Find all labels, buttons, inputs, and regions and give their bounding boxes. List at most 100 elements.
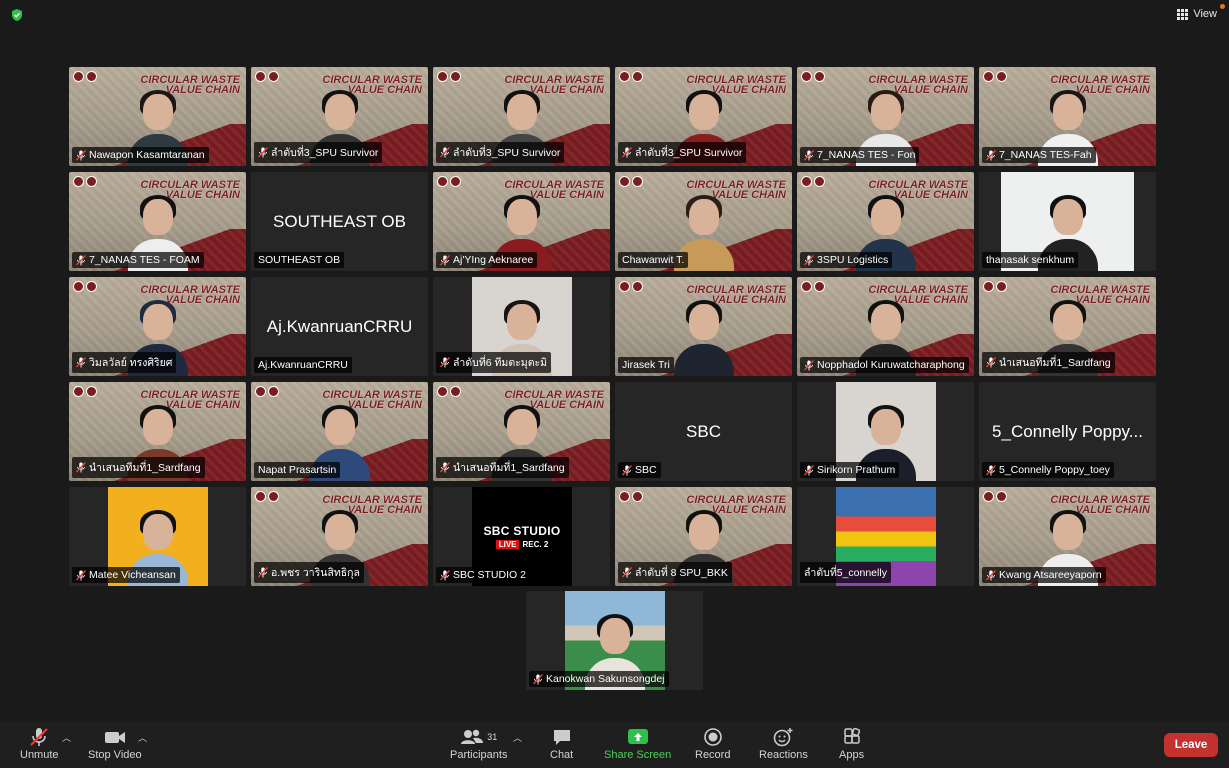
participant-name: อ.พชร วารินสิทธิกุล xyxy=(271,567,360,579)
participant-tile[interactable]: ลำดับที่6 ทีมตะมุตะมิ xyxy=(433,277,610,376)
participant-name: Kanokwan Sakunsongdej xyxy=(546,673,665,685)
participant-name-tag: Chawanwit T. xyxy=(618,252,689,268)
muted-mic-icon xyxy=(76,462,86,473)
participant-name-tag: Nawapon Kasamtaranan xyxy=(72,147,209,163)
participant-tile[interactable]: CIRCULAR WASTE VALUE CHAIN 3SPU Logistics xyxy=(797,172,974,271)
participant-tile[interactable]: CIRCULAR WASTE VALUE CHAIN Aj'YIng Aeknare… xyxy=(433,172,610,271)
notification-dot xyxy=(1220,4,1225,9)
logo-icons xyxy=(983,71,1007,82)
participant-name-tag: ลำดับที่3_SPU Survivor xyxy=(254,142,383,163)
participant-name-tag: วิมลวัลย์ ทรงศิริยศ xyxy=(72,352,177,373)
logo-icons xyxy=(983,281,1007,292)
participant-name-tag: ลำดับที่3_SPU Survivor xyxy=(618,142,747,163)
participant-tile[interactable]: SOUTHEAST OB SOUTHEAST OB xyxy=(251,172,428,271)
security-shield-icon[interactable] xyxy=(10,8,24,22)
logo-icons xyxy=(619,176,643,187)
participant-tile[interactable]: Sirikorn Prathum xyxy=(797,382,974,481)
logo-icons xyxy=(255,386,279,397)
video-options-caret-icon[interactable]: ︿ xyxy=(138,731,147,744)
participant-name: Nawapon Kasamtaranan xyxy=(89,149,205,161)
muted-mic-icon xyxy=(986,149,996,160)
muted-mic-icon xyxy=(76,254,86,265)
participant-name-tag: Napat Prasartsin xyxy=(254,462,341,478)
participant-name: Kwang Atsareeyaporn xyxy=(999,569,1102,581)
participant-tile[interactable]: SBC STUDIO LIVE REC. 2 SBC STUDIO 2 xyxy=(433,487,610,586)
chat-label: Chat xyxy=(550,749,574,761)
participant-tile[interactable]: CIRCULAR WASTE VALUE CHAIN ลำดับที่3_SPU S… xyxy=(615,67,792,166)
participants-caret-icon[interactable]: ︿ xyxy=(513,731,522,744)
logo-icons xyxy=(73,281,97,292)
participant-tile[interactable]: Matee Vicheansan xyxy=(69,487,246,586)
participant-tile[interactable]: 5_Connelly Poppy... 5_Connelly Poppy_toey xyxy=(979,382,1156,481)
participant-name: 3SPU Logistics xyxy=(817,254,889,266)
view-button[interactable]: View xyxy=(1177,4,1225,20)
participant-name-tag: SOUTHEAST OB xyxy=(254,252,345,268)
participant-tile[interactable]: Aj.KwanruanCRRU Aj.KwanruanCRRU xyxy=(251,277,428,376)
muted-mic-icon xyxy=(804,254,814,265)
muted-mic-icon xyxy=(622,464,632,475)
logo-icons xyxy=(619,281,643,292)
participant-name-tag: Kwang Atsareeyaporn xyxy=(982,567,1106,583)
participant-name: นำเสนอทีมที่1_Sardfang xyxy=(999,357,1111,369)
participant-name-tag: 5_Connelly Poppy_toey xyxy=(982,462,1114,478)
muted-mic-icon xyxy=(804,464,814,475)
audio-options-caret-icon[interactable]: ︿ xyxy=(62,731,71,744)
participant-tile[interactable]: CIRCULAR WASTE VALUE CHAIN Nawapon Kasamta… xyxy=(69,67,246,166)
participant-tile[interactable]: CIRCULAR WASTE VALUE CHAIN ลำดับที่3_SPU S… xyxy=(251,67,428,166)
participants-label: Participants xyxy=(450,749,508,761)
logo-icons xyxy=(73,71,97,82)
participant-tile[interactable]: CIRCULAR WASTE VALUE CHAIN Kwang Atsareeya… xyxy=(979,487,1156,586)
participant-name: ลำดับที่ 8 SPU_BKK xyxy=(635,567,728,579)
participant-tile[interactable]: CIRCULAR WASTE VALUE CHAIN 7_NANAS TES-Fah xyxy=(979,67,1156,166)
participant-tile[interactable]: CIRCULAR WASTE VALUE CHAIN 7_NANAS TES - F… xyxy=(69,172,246,271)
participant-name: SBC STUDIO 2 xyxy=(453,569,526,581)
participant-tile[interactable]: CIRCULAR WASTE VALUE CHAIN Napat Prasartsi… xyxy=(251,382,428,481)
participant-name: Aj.KwanruanCRRU xyxy=(258,359,348,371)
participant-name: thanasak senkhum xyxy=(986,254,1075,266)
participant-tile[interactable]: CIRCULAR WASTE VALUE CHAIN Chawanwit T. xyxy=(615,172,792,271)
stop-video-button[interactable]: Stop Video xyxy=(88,727,142,761)
participant-name: Nopphadol Kuruwatcharaphong xyxy=(817,359,965,371)
participant-tile[interactable]: SBC SBC xyxy=(615,382,792,481)
participant-name-tag: Aj'YIng Aeknaree xyxy=(436,252,538,268)
unmute-button[interactable]: Unmute xyxy=(20,727,59,761)
participant-tile[interactable]: CIRCULAR WASTE VALUE CHAIN นำเสนอทีมที่1_S… xyxy=(69,382,246,481)
logo-icons xyxy=(255,491,279,502)
reactions-label: Reactions xyxy=(759,749,808,761)
participant-name: ลำดับที่6 ทีมตะมุตะมิ xyxy=(453,357,548,369)
share-screen-button[interactable]: Share Screen xyxy=(604,727,671,761)
participant-tile[interactable]: CIRCULAR WASTE VALUE CHAIN วิมลวัลย์ ทรงศิ… xyxy=(69,277,246,376)
participant-tile[interactable]: CIRCULAR WASTE VALUE CHAIN นำเสนอทีมที่1_S… xyxy=(433,382,610,481)
logo-icons xyxy=(801,176,825,187)
chat-button[interactable]: Chat xyxy=(550,727,573,761)
participant-name-tag: 7_NANAS TES - Fon xyxy=(800,147,920,163)
unmute-label: Unmute xyxy=(20,749,59,761)
participant-tile[interactable]: CIRCULAR WASTE VALUE CHAIN ลำดับที่3_SPU S… xyxy=(433,67,610,166)
muted-mic-icon xyxy=(258,147,268,158)
participant-name: Aj'YIng Aeknaree xyxy=(453,254,534,266)
participant-name: ลำดับที่3_SPU Survivor xyxy=(635,147,743,159)
reactions-button[interactable]: Reactions xyxy=(759,727,808,761)
record-button[interactable]: Record xyxy=(695,727,730,761)
participant-name-tag: อ.พชร วารินสิทธิกุล xyxy=(254,562,364,583)
apps-button[interactable]: Apps xyxy=(839,727,864,761)
participant-name: SBC xyxy=(635,464,657,476)
participant-tile[interactable]: CIRCULAR WASTE VALUE CHAIN Nopphadol Kuruw… xyxy=(797,277,974,376)
participant-tile[interactable]: CIRCULAR WASTE VALUE CHAIN อ.พชร วารินสิทธ… xyxy=(251,487,428,586)
participants-button[interactable]: 31 Participants xyxy=(450,727,507,761)
participant-tile[interactable]: CIRCULAR WASTE VALUE CHAIN นำเสนอทีมที่1_S… xyxy=(979,277,1156,376)
participant-tile[interactable]: CIRCULAR WASTE VALUE CHAIN 7_NANAS TES - F… xyxy=(797,67,974,166)
participant-tile-kanokwan[interactable]: Kanokwan Sakunsongdej xyxy=(526,591,703,690)
muted-mic-icon xyxy=(804,149,814,160)
participants-icon xyxy=(461,729,484,744)
participant-name: Sirikorn Prathum xyxy=(817,464,896,476)
participant-name-tag: ลำดับที่3_SPU Survivor xyxy=(436,142,565,163)
participant-tile[interactable]: CIRCULAR WASTE VALUE CHAIN Jirasek Tri xyxy=(615,277,792,376)
participant-tile[interactable]: CIRCULAR WASTE VALUE CHAIN ลำดับที่ 8 SPU_… xyxy=(615,487,792,586)
participant-name: ลำดับที่3_SPU Survivor xyxy=(453,147,561,159)
participant-name-tag: ลำดับที่6 ทีมตะมุตะมิ xyxy=(436,352,552,373)
participant-tile[interactable]: thanasak senkhum xyxy=(979,172,1156,271)
participant-name-tag: Kanokwan Sakunsongdej xyxy=(529,671,669,687)
leave-button[interactable]: Leave xyxy=(1164,733,1218,757)
participant-tile[interactable]: ลำดับที่5_connelly xyxy=(797,487,974,586)
